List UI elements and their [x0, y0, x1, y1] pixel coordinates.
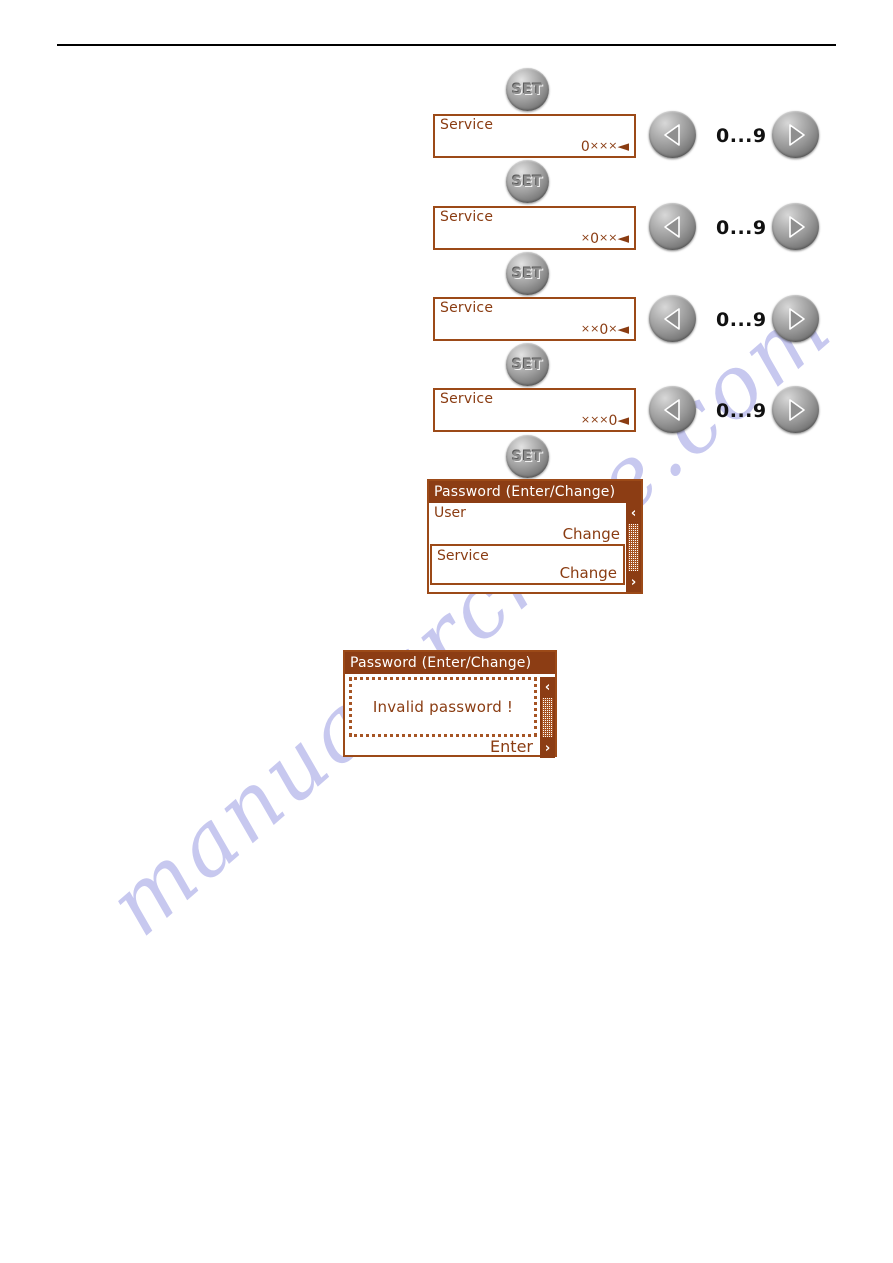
- scrollbar-thumb[interactable]: [628, 524, 639, 571]
- set-button-label: SET: [512, 173, 543, 190]
- password-menu-dialog: Password (Enter/Change) ‹ › User Change …: [427, 479, 643, 594]
- dialog-body: ‹ › Invalid password ! Enter: [345, 677, 555, 758]
- digit-range-label-3: 0...9: [716, 309, 767, 331]
- scrollbar-thumb[interactable]: [542, 698, 553, 737]
- left-arrow-icon: [663, 398, 680, 421]
- scroll-up-icon[interactable]: ‹: [540, 677, 555, 697]
- right-arrow-button-1[interactable]: [772, 111, 819, 158]
- dialog-title: Password (Enter/Change): [350, 654, 532, 671]
- mask-cursor-icon: ◄: [617, 137, 629, 155]
- left-arrow-icon: [663, 307, 680, 330]
- mask-cursor-icon: ◄: [617, 320, 629, 338]
- mask-active-digit: 0: [580, 139, 590, 155]
- left-arrow-button-2[interactable]: [649, 203, 696, 250]
- left-arrow-icon: [663, 123, 680, 146]
- right-arrow-icon: [788, 307, 805, 330]
- left-arrow-button-1[interactable]: [649, 111, 696, 158]
- dialog-titlebar: Password (Enter/Change): [429, 481, 641, 503]
- set-button-label: SET: [512, 356, 543, 373]
- right-arrow-icon: [788, 123, 805, 146]
- service-entry-box-3[interactable]: Service ××0×◄: [433, 297, 636, 341]
- service-entry-mask: 0×××◄: [581, 138, 629, 155]
- set-button-label: SET: [512, 265, 543, 282]
- left-arrow-button-3[interactable]: [649, 295, 696, 342]
- service-entry-title: Service: [440, 209, 494, 225]
- mask-cursor-icon: ◄: [617, 229, 629, 247]
- service-entry-box-1[interactable]: Service 0×××◄: [433, 114, 636, 158]
- set-button-1[interactable]: SET: [506, 68, 549, 111]
- set-button-label: SET: [512, 81, 543, 98]
- digit-range-label-2: 0...9: [716, 217, 767, 239]
- service-entry-mask: ×××0◄: [581, 412, 629, 429]
- right-arrow-button-3[interactable]: [772, 295, 819, 342]
- dialog-titlebar: Password (Enter/Change): [345, 652, 555, 674]
- invalid-password-message: Invalid password !: [372, 698, 514, 716]
- mask-active-digit: 0: [599, 322, 609, 338]
- dialog-scrollbar[interactable]: ‹ ›: [540, 677, 555, 758]
- menu-row-label: Service: [437, 548, 489, 564]
- mask-prefix: ×××: [580, 413, 609, 426]
- left-arrow-button-4[interactable]: [649, 386, 696, 433]
- enter-action[interactable]: Enter: [490, 737, 533, 757]
- menu-row-label: User: [434, 505, 466, 521]
- invalid-password-message-panel: Invalid password !: [349, 677, 537, 737]
- service-entry-box-4[interactable]: Service ×××0◄: [433, 388, 636, 432]
- service-entry-box-2[interactable]: Service ×0××◄: [433, 206, 636, 250]
- menu-row-action[interactable]: Change: [560, 564, 617, 583]
- right-arrow-icon: [788, 215, 805, 238]
- service-entry-mask: ××0×◄: [581, 321, 629, 338]
- mask-active-digit: 0: [590, 231, 600, 247]
- right-arrow-button-2[interactable]: [772, 203, 819, 250]
- right-arrow-icon: [788, 398, 805, 421]
- dialog-body: ‹ › User Change Service Change: [429, 503, 641, 592]
- mask-prefix: ××: [580, 322, 600, 335]
- set-button-4[interactable]: SET: [506, 343, 549, 386]
- dialog-scrollbar[interactable]: ‹ ›: [626, 503, 641, 592]
- right-arrow-button-4[interactable]: [772, 386, 819, 433]
- set-button-3[interactable]: SET: [506, 252, 549, 295]
- menu-row-service[interactable]: Service Change: [430, 544, 625, 585]
- service-entry-mask: ×0××◄: [581, 230, 629, 247]
- menu-row-action[interactable]: Change: [563, 525, 620, 544]
- scroll-down-icon[interactable]: ›: [540, 738, 555, 758]
- invalid-password-dialog: Password (Enter/Change) ‹ › Invalid pass…: [343, 650, 557, 758]
- mask-prefix: ×: [580, 231, 591, 244]
- scroll-down-icon[interactable]: ›: [626, 572, 641, 592]
- left-arrow-icon: [663, 215, 680, 238]
- service-entry-title: Service: [440, 391, 494, 407]
- service-entry-title: Service: [440, 117, 494, 133]
- set-button-2[interactable]: SET: [506, 160, 549, 203]
- set-button-5[interactable]: SET: [506, 435, 549, 478]
- scroll-up-icon[interactable]: ‹: [626, 503, 641, 523]
- mask-cursor-icon: ◄: [617, 411, 629, 429]
- digit-range-label-1: 0...9: [716, 125, 767, 147]
- set-button-label: SET: [512, 448, 543, 465]
- digit-range-label-4: 0...9: [716, 400, 767, 422]
- mask-suffix: ×××: [589, 139, 618, 152]
- dialog-title: Password (Enter/Change): [434, 483, 616, 500]
- service-entry-title: Service: [440, 300, 494, 316]
- mask-suffix: ××: [599, 231, 618, 244]
- menu-row-user[interactable]: User Change: [429, 503, 626, 544]
- diagram-stage: SET Service 0×××◄ 0...9 SET Service ×0××…: [0, 0, 893, 1263]
